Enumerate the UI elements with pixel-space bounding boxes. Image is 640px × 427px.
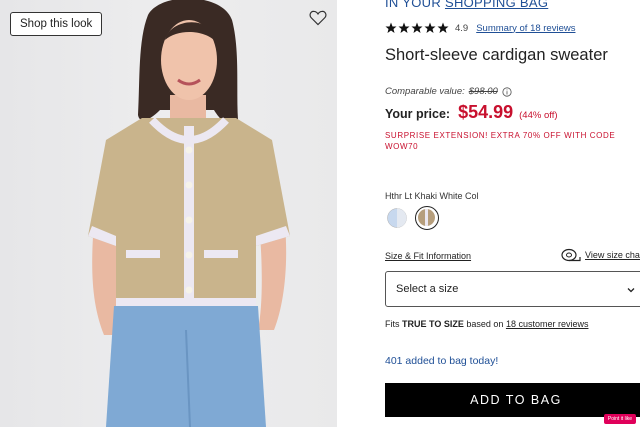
add-to-bag-button[interactable]: ADD TO BAG <box>385 383 640 417</box>
swatch-khaki-fill <box>418 209 435 226</box>
info-icon[interactable] <box>502 86 512 97</box>
shopping-bag-link[interactable]: SHOPPING BAG <box>445 0 548 10</box>
fits-prefix: Fits <box>385 319 400 329</box>
shop-this-look-button[interactable]: Shop this look <box>10 12 103 36</box>
model-photo <box>88 0 290 427</box>
heart-icon[interactable] <box>309 10 327 26</box>
size-select[interactable]: Select a size <box>385 271 640 307</box>
star-icon <box>398 22 410 33</box>
customer-reviews-link[interactable]: 18 customer reviews <box>506 319 589 329</box>
comparable-price: $98.00 <box>468 86 498 97</box>
fit-summary: Fits TRUE TO SIZE based on 18 customer r… <box>385 319 588 329</box>
rating-value: 4.9 <box>455 22 469 34</box>
measuring-tape-icon <box>561 248 581 262</box>
price-label: Your price: <box>385 107 451 121</box>
in-bag-notice: IN YOUR SHOPPING BAG <box>385 0 548 10</box>
star-icon <box>437 22 449 33</box>
reviews-summary-link[interactable]: Summary of 18 reviews <box>476 23 575 34</box>
added-to-bag-count: 401 added to bag today! <box>385 355 499 367</box>
swatch-blue-fill <box>387 208 407 228</box>
swatch-khaki-graphic <box>418 209 435 226</box>
product-image[interactable]: Shop this look <box>0 0 337 427</box>
product-info-panel: IN YOUR SHOPPING BAG 4.9 Summary of 18 r… <box>337 0 640 427</box>
pinterest-save-badge[interactable]: Point it like <box>604 414 636 424</box>
promo-message: SURPRISE EXTENSION! EXTRA 70% OFF WITH C… <box>385 131 616 151</box>
sale-price: $54.99 <box>458 102 514 122</box>
comparable-value: Comparable value: $98.00 <box>385 86 512 97</box>
color-swatch-blue[interactable] <box>387 208 407 228</box>
discount-badge: (44% off) <box>519 110 558 121</box>
fits-middle: based on <box>466 319 504 329</box>
fits-emphasis: TRUE TO SIZE <box>402 319 464 329</box>
in-bag-prefix: IN YOUR <box>385 0 442 10</box>
star-icon <box>424 22 436 33</box>
price-row: Your price: $54.99 (44% off) <box>385 102 558 123</box>
rating-row: 4.9 Summary of 18 reviews <box>385 21 575 35</box>
star-icon <box>385 22 397 33</box>
comparable-label: Comparable value: <box>385 86 465 97</box>
size-chart-label[interactable]: View size chart <box>585 250 640 260</box>
color-swatch-khaki[interactable] <box>415 206 439 230</box>
star-icon <box>411 22 423 33</box>
chevron-down-icon <box>627 288 635 293</box>
size-select-value: Select a size <box>396 283 459 295</box>
product-title: Short-sleeve cardigan sweater <box>385 46 608 64</box>
color-name: Hthr Lt Khaki White Col <box>385 191 479 201</box>
size-fit-link[interactable]: Size & Fit Information <box>385 251 471 261</box>
star-rating <box>385 22 449 34</box>
size-chart-link[interactable]: View size chart <box>561 248 640 262</box>
